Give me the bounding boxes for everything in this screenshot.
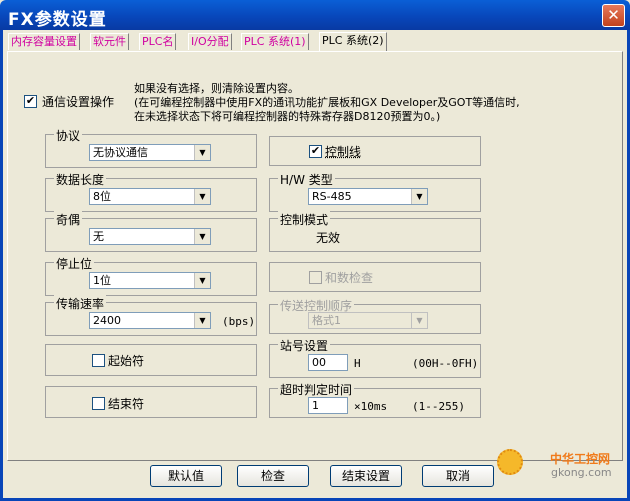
comm-setting-label: 通信设置操作 — [42, 95, 115, 109]
baud-value: 2400 — [93, 314, 121, 327]
chevron-down-icon[interactable]: ▼ — [411, 189, 427, 204]
chevron-down-icon[interactable]: ▼ — [194, 145, 210, 160]
baud-label: 传输速率 — [54, 295, 107, 312]
start-char-checkbox[interactable] — [92, 354, 105, 367]
data-length-select[interactable]: 8位 ▼ — [89, 188, 211, 205]
parity-select[interactable]: 无 ▼ — [89, 228, 211, 245]
tab-memory[interactable]: 内存容量设置 — [8, 33, 80, 50]
sum-check-label: 和数检查 — [325, 271, 374, 285]
chevron-down-icon[interactable]: ▼ — [194, 273, 210, 288]
station-label: 站号设置 — [278, 337, 331, 354]
tab-devices[interactable]: 软元件 — [90, 33, 129, 50]
title-bar: FX参数设置 ✕ — [0, 0, 630, 30]
parity-value: 无 — [93, 230, 104, 243]
stop-bit-label: 停止位 — [54, 255, 95, 272]
chevron-down-icon[interactable]: ▼ — [194, 229, 210, 244]
comm-note-3: 在未选择状态下将可编程控制器的特殊寄存器D8120预置为0。) — [134, 110, 441, 123]
timeout-label: 超时判定时间 — [278, 381, 355, 398]
sum-check-group — [269, 262, 481, 292]
protocol-value: 无协议通信 — [93, 146, 148, 159]
sum-check-checkbox[interactable] — [309, 271, 322, 284]
end-char-label: 结束符 — [108, 397, 145, 411]
watermark-site: gkong.com — [551, 466, 612, 479]
end-setting-button[interactable]: 结束设置 — [330, 465, 402, 487]
timeout-unit: ×10ms — [354, 400, 388, 413]
control-line-label: 控制线 — [325, 145, 362, 159]
station-unit: H — [354, 357, 361, 370]
transfer-order-value: 格式1 — [312, 314, 341, 327]
transfer-order-select[interactable]: 格式1 ▼ — [308, 312, 428, 329]
start-char-group — [45, 344, 257, 376]
comm-setting-checkbox[interactable]: ✔ — [24, 95, 37, 108]
timeout-input[interactable]: 1 — [308, 397, 348, 414]
watermark-brand: 中华工控网 — [550, 452, 611, 466]
control-line-checkbox[interactable]: ✔ — [309, 145, 322, 158]
cancel-button[interactable]: 取消 — [422, 465, 494, 487]
chevron-down-icon[interactable]: ▼ — [411, 313, 427, 328]
control-mode-label: 控制模式 — [278, 211, 331, 228]
control-mode-value: 无效 — [316, 231, 341, 245]
station-range: (00H--0FH) — [412, 357, 479, 370]
stop-bit-select[interactable]: 1位 ▼ — [89, 272, 211, 289]
hw-type-select[interactable]: RS-485 ▼ — [308, 188, 428, 205]
parity-label: 奇偶 — [54, 211, 83, 228]
tab-io[interactable]: I/O分配 — [188, 33, 232, 50]
hw-type-label: H/W 类型 — [278, 171, 335, 188]
chevron-down-icon[interactable]: ▼ — [194, 189, 210, 204]
stop-bit-value: 1位 — [93, 274, 111, 287]
control-line-group — [269, 136, 481, 166]
baud-select[interactable]: 2400 ▼ — [89, 312, 211, 329]
chevron-down-icon[interactable]: ▼ — [194, 313, 210, 328]
tab-plc-system-1[interactable]: PLC 系统(1) — [241, 33, 309, 50]
protocol-label: 协议 — [54, 127, 83, 144]
timeout-range: (1--255) — [412, 400, 465, 413]
protocol-select[interactable]: 无协议通信 ▼ — [89, 144, 211, 161]
control-mode-group: 控制模式 — [269, 211, 481, 252]
end-char-checkbox[interactable] — [92, 397, 105, 410]
station-input[interactable]: 00 — [308, 354, 348, 371]
hw-type-value: RS-485 — [312, 190, 352, 203]
gear-logo-icon — [497, 449, 523, 475]
check-button[interactable]: 检查 — [237, 465, 309, 487]
tab-plc-system-2[interactable]: PLC 系统(2) — [319, 32, 387, 51]
end-char-group — [45, 386, 257, 418]
start-char-label: 起始符 — [108, 354, 145, 368]
tab-plc-name[interactable]: PLC名 — [139, 33, 177, 50]
data-length-label: 数据长度 — [54, 171, 107, 188]
close-button[interactable]: ✕ — [602, 4, 625, 27]
window-title: FX参数设置 — [8, 10, 107, 30]
default-button[interactable]: 默认值 — [150, 465, 222, 487]
data-length-value: 8位 — [93, 190, 111, 203]
baud-unit: (bps) — [222, 315, 256, 328]
